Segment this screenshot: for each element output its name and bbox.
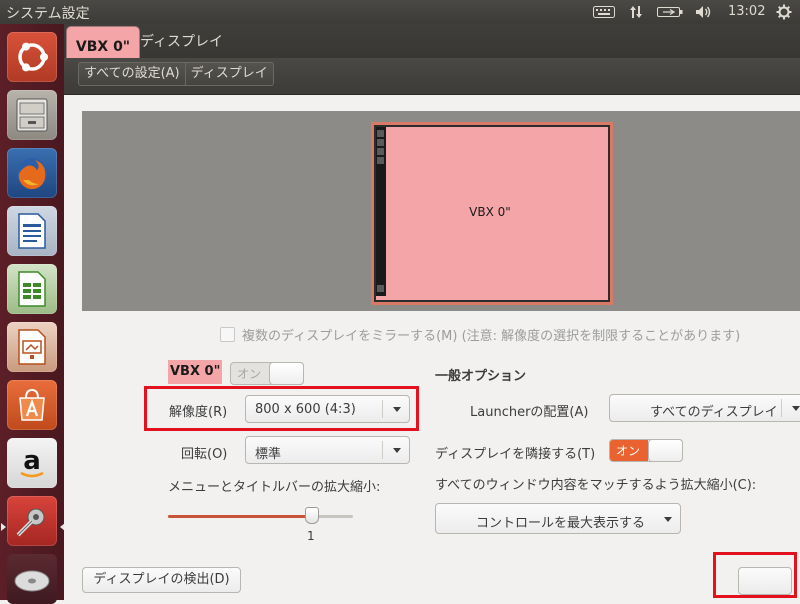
chevron-down-icon	[664, 517, 672, 522]
display-name-label: VBX 0"	[168, 360, 223, 384]
firefox-icon[interactable]	[7, 148, 57, 198]
switch-knob	[648, 439, 683, 462]
resolution-combo[interactable]: 800 x 600 (4:3)	[245, 395, 410, 423]
system-settings-icon[interactable]	[7, 496, 57, 546]
apply-button[interactable]	[738, 567, 792, 595]
network-updown-icon[interactable]	[626, 4, 646, 20]
chevron-down-icon	[393, 448, 401, 453]
ubuntu-dash-icon[interactable]	[7, 32, 57, 82]
monitor-preview-label: VBX 0"	[469, 205, 511, 219]
scale-all-value: コントロールを最大表示する	[476, 516, 646, 531]
launcher: a	[0, 24, 65, 604]
svg-text:a: a	[23, 446, 41, 476]
detect-displays-button[interactable]: ディスプレイの検出(D)	[82, 567, 241, 593]
chevron-down-icon	[792, 406, 800, 411]
active-indicator-icon	[1, 523, 6, 531]
breadcrumb-all-settings[interactable]: すべての設定(A)	[78, 62, 186, 86]
mirror-displays-checkbox[interactable]	[220, 327, 235, 342]
monitor-launcher-strip	[376, 127, 386, 296]
launcher-placement-combo[interactable]: すべてのディスプレイ	[609, 394, 800, 422]
chevron-down-icon	[393, 407, 401, 412]
scale-value: 1	[307, 529, 315, 543]
launcher-placement-label: Launcherの配置(A)	[470, 405, 589, 420]
software-center-icon[interactable]	[7, 380, 57, 430]
disc-icon[interactable]	[7, 554, 57, 604]
mirror-displays-label: 複数のディスプレイをミラーする(M) (注意: 解像度の選択を制限することがあり…	[242, 329, 741, 344]
resolution-label: 解像度(R)	[169, 405, 228, 420]
resolution-value: 800 x 600 (4:3)	[255, 402, 356, 417]
display-on-switch[interactable]: オン	[230, 362, 304, 385]
scale-slider-knob[interactable]	[305, 507, 319, 524]
breadcrumb: すべての設定(A) ディスプレイ	[78, 62, 274, 86]
switch-knob	[269, 362, 304, 385]
rotation-label: 回転(O)	[181, 447, 228, 462]
adjacent-displays-switch[interactable]: オン	[609, 439, 683, 462]
scale-slider-track[interactable]	[168, 515, 353, 518]
window-title: ディスプレイ	[140, 34, 224, 50]
adjacent-switch-label: オン	[616, 444, 641, 458]
calc-icon[interactable]	[7, 264, 57, 314]
scale-label: メニューとタイトルバーの拡大縮小:	[168, 480, 381, 495]
breadcrumb-current[interactable]: ディスプレイ	[185, 62, 274, 86]
scale-slider-fill	[168, 515, 311, 518]
volume-icon[interactable]	[692, 4, 714, 20]
power-gear-icon[interactable]	[774, 4, 794, 20]
launcher-placement-value: すべてのディスプレイ	[650, 405, 778, 420]
file-cabinet-icon[interactable]	[7, 90, 57, 140]
keyboard-icon[interactable]	[592, 4, 616, 20]
adjacent-displays-label: ディスプレイを隣接する(T)	[435, 447, 596, 462]
top-panel-app-title: システム設定	[6, 6, 90, 22]
general-options-heading: 一般オプション	[435, 369, 527, 384]
scale-all-combo[interactable]: コントロールを最大表示する	[435, 503, 681, 534]
battery-icon[interactable]	[656, 4, 684, 20]
clock[interactable]: 13:02	[728, 4, 765, 19]
writer-icon[interactable]	[7, 206, 57, 256]
rotation-combo[interactable]: 標準	[245, 436, 410, 464]
display-on-switch-label: オン	[237, 367, 262, 381]
rotation-value: 標準	[255, 447, 282, 462]
scale-all-label: すべてのウィンドウ内容をマッチするよう拡大縮小(C):	[435, 478, 757, 493]
amazon-icon[interactable]: a	[7, 438, 57, 488]
impress-icon[interactable]	[7, 322, 57, 372]
